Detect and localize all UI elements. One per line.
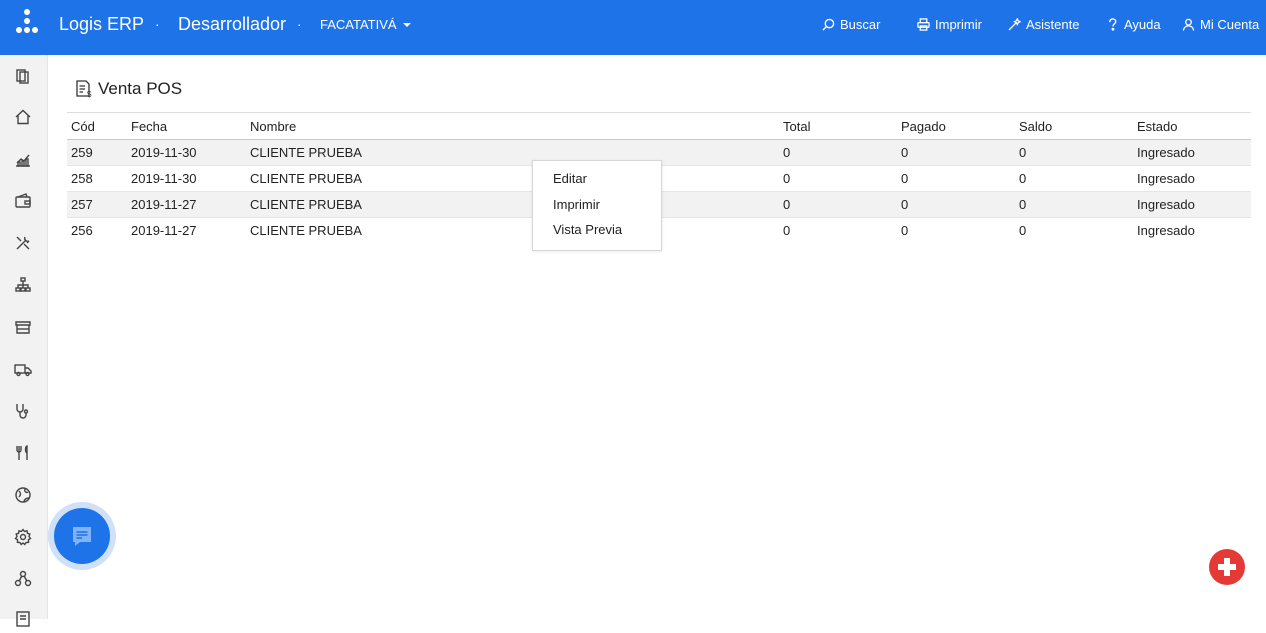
- cell-fecha: 2019-11-30: [127, 139, 246, 166]
- print-label: Imprimir: [935, 17, 982, 32]
- cell-saldo: 0: [1019, 223, 1027, 239]
- account-label: Mi Cuenta: [1200, 17, 1260, 32]
- table-header-row: Cód Fecha Nombre Total Pagado Saldo Esta…: [67, 112, 1251, 140]
- help-button[interactable]: Ayuda: [1106, 17, 1161, 32]
- cell-estado: Ingresado: [1133, 139, 1251, 166]
- truck-icon[interactable]: [14, 360, 32, 378]
- cell-estado: Ingresado: [1133, 191, 1251, 218]
- account-button[interactable]: Mi Cuenta: [1182, 17, 1259, 32]
- assistant-button[interactable]: Asistente: [1008, 17, 1079, 32]
- branch-label: FACATATIVÁ: [320, 17, 397, 32]
- cell-nombre: CLIENTE PRUEBA: [250, 223, 362, 239]
- column-header-pagado[interactable]: Pagado: [897, 112, 1015, 140]
- printer-icon: [917, 18, 930, 31]
- header-separator: ·: [297, 16, 302, 32]
- tools-icon[interactable]: [14, 234, 32, 252]
- cell-pagado: 0: [901, 223, 909, 239]
- menu-item-edit[interactable]: Editar: [553, 171, 587, 186]
- documents-icon[interactable]: [14, 67, 32, 85]
- cell-pagado: 0: [897, 139, 1015, 166]
- column-header-saldo[interactable]: Saldo: [1015, 112, 1133, 140]
- app-brand[interactable]: Logis ERP: [59, 14, 144, 35]
- print-button[interactable]: Imprimir: [917, 17, 982, 32]
- context-menu: Editar Imprimir Vista Previa: [532, 160, 662, 251]
- cell-saldo: 0: [1015, 139, 1133, 166]
- cell-fecha: 2019-11-30: [127, 165, 246, 192]
- logo-icon[interactable]: [14, 8, 40, 36]
- cell-cod: 257: [67, 191, 127, 218]
- hierarchy-icon[interactable]: [14, 276, 32, 294]
- column-header-total[interactable]: Total: [779, 112, 897, 140]
- wallet-icon[interactable]: [14, 192, 32, 210]
- cell-total: 0: [779, 191, 897, 218]
- question-icon: [1109, 18, 1117, 31]
- store-icon[interactable]: [14, 318, 32, 336]
- cell-nombre: CLIENTE PRUEBA: [246, 165, 779, 192]
- cell-estado: Ingresado: [1133, 165, 1251, 192]
- cell-total: 0: [779, 139, 897, 166]
- stethoscope-icon[interactable]: [14, 402, 32, 420]
- chat-icon: [73, 527, 91, 546]
- cell-saldo: 0: [1015, 165, 1133, 192]
- column-header-cod[interactable]: Cód: [67, 112, 127, 140]
- search-button[interactable]: Buscar: [822, 17, 880, 32]
- network-icon[interactable]: [14, 570, 32, 588]
- add-button[interactable]: [1209, 549, 1245, 585]
- user-icon: [1182, 18, 1195, 31]
- wand-icon: [1008, 18, 1021, 31]
- home-icon[interactable]: [14, 108, 32, 126]
- cell-saldo: 0: [1015, 191, 1133, 218]
- assistant-label: Asistente: [1026, 17, 1080, 32]
- help-label: Ayuda: [1124, 17, 1161, 32]
- branch-selector[interactable]: FACATATIVÁ: [320, 17, 411, 32]
- menu-item-print[interactable]: Imprimir: [553, 197, 600, 212]
- svg-text:$: $: [87, 90, 92, 99]
- column-header-fecha[interactable]: Fecha: [127, 112, 246, 140]
- top-bar: Logis ERP · Desarrollador · FACATATIVÁ B…: [0, 0, 1266, 55]
- column-header-estado[interactable]: Estado: [1133, 112, 1251, 140]
- search-icon: [822, 18, 835, 31]
- cell-total: 0: [779, 165, 897, 192]
- cell-fecha: 2019-11-27: [131, 223, 197, 239]
- globe-icon[interactable]: [14, 486, 32, 504]
- search-label: Buscar: [840, 17, 881, 32]
- chat-button[interactable]: [54, 508, 110, 564]
- cell-cod: 256: [71, 223, 93, 239]
- cell-fecha: 2019-11-27: [127, 191, 246, 218]
- header-separator: ·: [155, 16, 160, 32]
- restaurant-icon[interactable]: [14, 444, 32, 462]
- cell-cod: 259: [67, 139, 127, 166]
- page-title: $ Venta POS: [74, 79, 182, 99]
- page-title-text: Venta POS: [98, 79, 183, 98]
- cell-nombre: CLIENTE PRUEBA: [246, 191, 779, 218]
- cell-pagado: 0: [897, 165, 1015, 192]
- plus-icon-stroke: [1224, 558, 1230, 576]
- column-header-nombre[interactable]: Nombre: [246, 112, 779, 140]
- gear-icon[interactable]: [14, 528, 32, 546]
- cell-cod: 258: [67, 165, 127, 192]
- user-role: Desarrollador: [178, 14, 287, 34]
- cell-pagado: 0: [897, 191, 1015, 218]
- menu-item-preview[interactable]: Vista Previa: [553, 222, 622, 237]
- sidebar: [0, 55, 48, 627]
- caret-down-icon: [402, 22, 411, 27]
- cell-total: 0: [783, 223, 791, 239]
- invoice-icon: $: [76, 80, 92, 99]
- cell-estado: Ingresado: [1137, 223, 1195, 239]
- report-icon[interactable]: [14, 610, 32, 628]
- chart-icon[interactable]: [14, 150, 32, 168]
- cell-nombre: CLIENTE PRUEBA: [246, 139, 779, 166]
